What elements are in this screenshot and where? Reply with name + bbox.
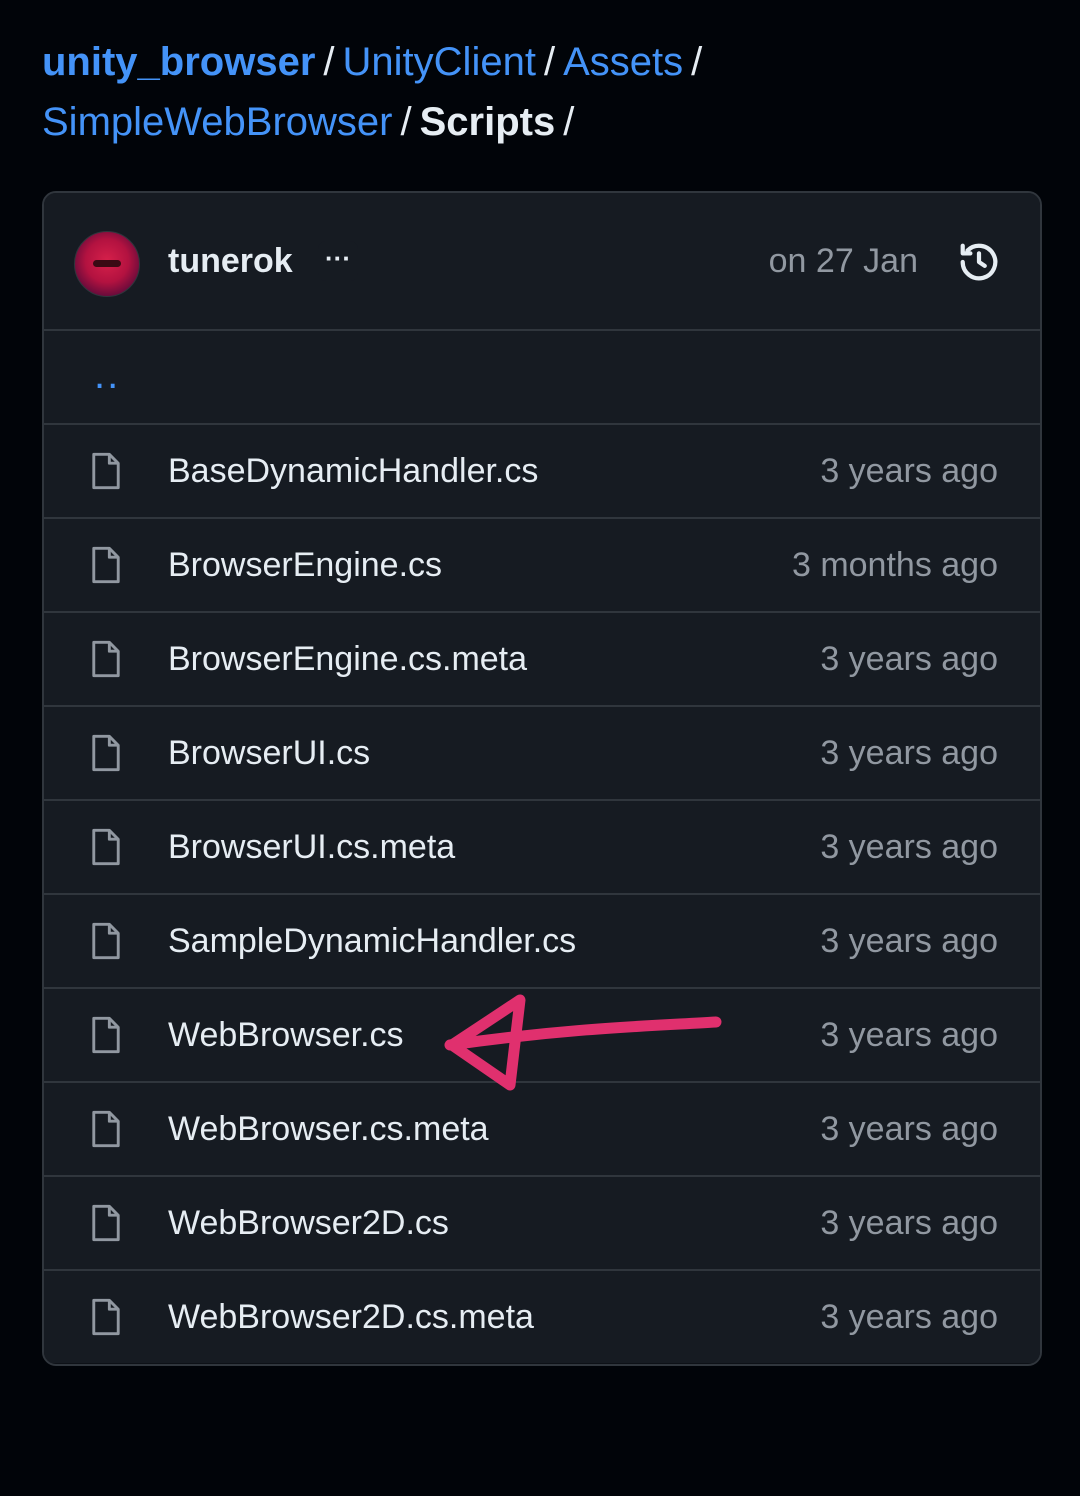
file-name-link[interactable]: WebBrowser.cs.meta bbox=[168, 1107, 489, 1151]
history-icon[interactable] bbox=[956, 239, 1002, 285]
file-last-commit-date: 3 years ago bbox=[820, 1298, 998, 1336]
file-row[interactable]: BrowserUI.cs 3 years ago bbox=[44, 707, 1040, 801]
file-name-link[interactable]: BrowserEngine.cs.meta bbox=[168, 637, 527, 681]
author-avatar[interactable] bbox=[74, 231, 140, 297]
file-last-commit-date: 3 years ago bbox=[820, 640, 998, 678]
file-icon bbox=[92, 828, 120, 866]
file-browser-box: tunerok ··· on 27 Jan .. BaseDynamicHand… bbox=[42, 191, 1042, 1366]
breadcrumb: unity_browser / UnityClient / Assets / SimpleW… bbox=[42, 32, 1042, 152]
file-last-commit-date: 3 years ago bbox=[820, 1016, 998, 1054]
file-icon bbox=[92, 1110, 120, 1148]
file-icon bbox=[92, 546, 120, 584]
file-icon bbox=[92, 640, 120, 678]
file-name-link[interactable]: BrowserEngine.cs bbox=[168, 543, 442, 587]
file-name-link[interactable]: BrowserUI.cs bbox=[168, 731, 370, 775]
commit-details-button[interactable]: ··· bbox=[318, 241, 358, 281]
breadcrumb-separator: / bbox=[543, 40, 556, 84]
file-icon bbox=[92, 452, 120, 490]
file-row[interactable]: BrowserEngine.cs 3 months ago bbox=[44, 519, 1040, 613]
file-row[interactable]: WebBrowser.cs 3 years ago bbox=[44, 989, 1040, 1083]
file-icon bbox=[92, 734, 120, 772]
parent-directory-link[interactable]: .. bbox=[94, 347, 120, 403]
commit-date[interactable]: on 27 Jan bbox=[769, 239, 918, 283]
breadcrumb-link-unityclient[interactable]: UnityClient bbox=[343, 40, 536, 84]
file-name-link[interactable]: BrowserUI.cs.meta bbox=[168, 825, 455, 869]
avatar-eyes bbox=[93, 260, 121, 267]
breadcrumb-separator: / bbox=[691, 40, 703, 84]
breadcrumb-separator: / bbox=[400, 100, 412, 144]
file-name-link[interactable]: SampleDynamicHandler.cs bbox=[168, 919, 576, 963]
file-row[interactable]: WebBrowser2D.cs 3 years ago bbox=[44, 1177, 1040, 1271]
commit-author[interactable]: tunerok bbox=[168, 239, 293, 283]
file-name-link[interactable]: WebBrowser2D.cs bbox=[168, 1201, 449, 1245]
breadcrumb-separator: / bbox=[323, 40, 335, 84]
file-last-commit-date: 3 years ago bbox=[820, 922, 998, 960]
file-row[interactable]: SampleDynamicHandler.cs 3 years ago bbox=[44, 895, 1040, 989]
page: unity_browser / UnityClient / Assets / SimpleW… bbox=[0, 0, 1080, 1496]
file-last-commit-date: 3 years ago bbox=[820, 452, 998, 490]
file-last-commit-date: 3 years ago bbox=[820, 1204, 998, 1242]
breadcrumb-current: Scripts bbox=[419, 100, 556, 144]
file-icon bbox=[92, 1298, 120, 1336]
breadcrumb-separator: / bbox=[563, 100, 575, 144]
file-icon bbox=[92, 1016, 120, 1054]
file-name-link[interactable]: BaseDynamicHandler.cs bbox=[168, 449, 538, 493]
breadcrumb-link-assets[interactable]: Assets bbox=[563, 40, 683, 84]
file-row[interactable]: WebBrowser.cs.meta 3 years ago bbox=[44, 1083, 1040, 1177]
file-last-commit-date: 3 years ago bbox=[820, 734, 998, 772]
parent-directory-row[interactable]: .. bbox=[44, 331, 1040, 425]
file-row[interactable]: BrowserEngine.cs.meta 3 years ago bbox=[44, 613, 1040, 707]
file-name-link[interactable]: WebBrowser.cs bbox=[168, 1013, 404, 1057]
breadcrumb-repo-link[interactable]: unity_browser bbox=[42, 40, 315, 84]
file-row[interactable]: BrowserUI.cs.meta 3 years ago bbox=[44, 801, 1040, 895]
file-row[interactable]: BaseDynamicHandler.cs 3 years ago bbox=[44, 425, 1040, 519]
breadcrumb-link-simplewebbrowser[interactable]: SimpleWebBrowser bbox=[42, 100, 393, 144]
file-icon bbox=[92, 1204, 120, 1242]
file-last-commit-date: 3 months ago bbox=[791, 546, 998, 584]
file-icon bbox=[92, 922, 120, 960]
file-last-commit-date: 3 years ago bbox=[820, 828, 998, 866]
file-name-link[interactable]: WebBrowser2D.cs.meta bbox=[168, 1295, 534, 1339]
file-last-commit-date: 3 years ago bbox=[820, 1110, 998, 1148]
file-row[interactable]: WebBrowser2D.cs.meta 3 years ago bbox=[44, 1271, 1040, 1363]
latest-commit-header: tunerok ··· on 27 Jan bbox=[44, 193, 1040, 331]
